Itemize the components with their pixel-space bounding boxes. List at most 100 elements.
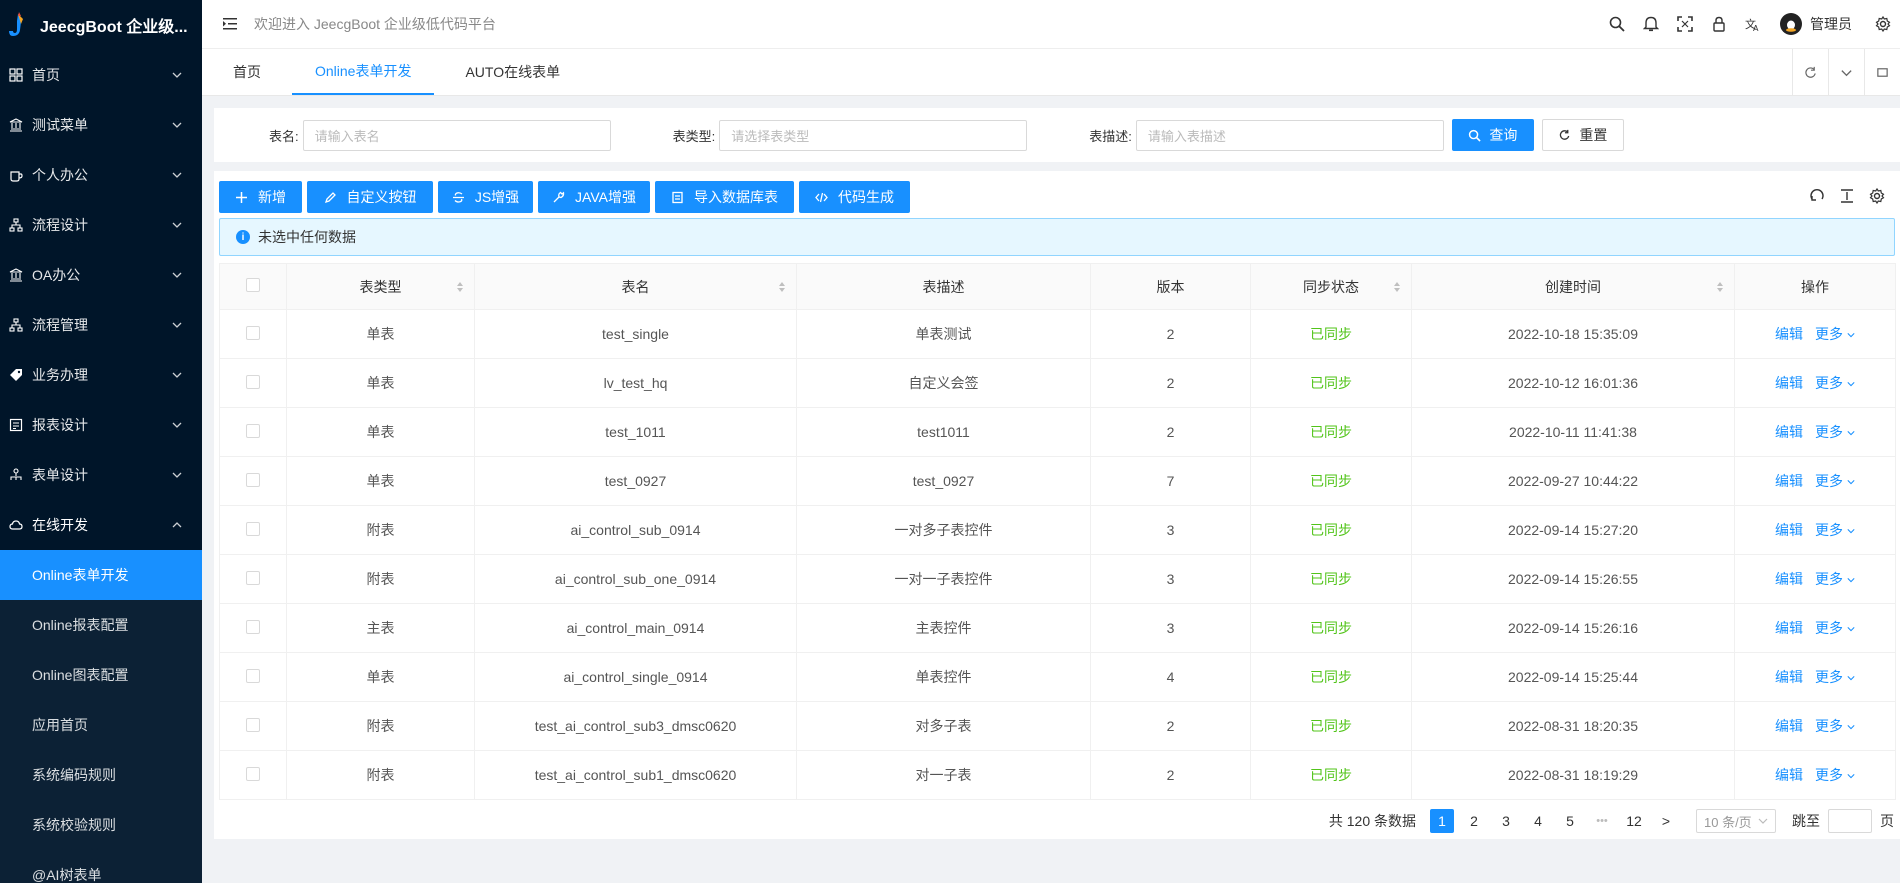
row-checkbox[interactable]	[246, 570, 260, 585]
row-checkbox[interactable]	[246, 717, 260, 732]
menu-fold-icon[interactable]	[222, 16, 238, 32]
more-dropdown[interactable]: 更多	[1815, 767, 1855, 783]
row-checkbox[interactable]	[246, 325, 260, 340]
row-checkbox[interactable]	[246, 668, 260, 683]
more-dropdown[interactable]: 更多	[1815, 375, 1855, 391]
bell-icon[interactable]	[1642, 15, 1660, 33]
import-db-button[interactable]: 导入数据库表	[655, 181, 794, 213]
tab-auto-form[interactable]: AUTO在线表单	[442, 48, 583, 95]
sidebar-item-process-manage[interactable]: 流程管理	[0, 300, 202, 350]
table-row[interactable]: 附表 ai_control_sub_0914 一对多子表控件 3 已同步 2022-09-…	[219, 505, 1896, 555]
next-page-button[interactable]: >	[1654, 809, 1678, 833]
col-header-created[interactable]: 创建时间	[1411, 263, 1735, 310]
row-checkbox[interactable]	[246, 766, 260, 781]
refresh-icon[interactable]	[1808, 187, 1826, 205]
sidebar-item-process-design[interactable]: 流程设计	[0, 200, 202, 250]
username[interactable]: 管理员	[1810, 14, 1852, 34]
row-select-cell[interactable]	[219, 309, 287, 359]
query-button[interactable]: 查询	[1451, 119, 1534, 151]
tab-fold-icon[interactable]	[1864, 49, 1900, 96]
sidebar-item-report-design[interactable]: 报表设计	[0, 400, 202, 450]
custom-button-button[interactable]: 自定义按钮	[307, 181, 433, 213]
row-select-cell[interactable]	[219, 407, 287, 457]
table-row[interactable]: 单表 ai_control_single_0914 单表控件 4 已同步 2022-09-…	[219, 652, 1896, 702]
page-1[interactable]: 1	[1430, 809, 1454, 833]
sidebar-item-form-design[interactable]: 表单设计	[0, 450, 202, 500]
search-icon[interactable]	[1608, 15, 1626, 33]
more-dropdown[interactable]: 更多	[1815, 620, 1855, 636]
table-row[interactable]: 附表 ai_control_sub_one_0914 一对一子表控件 3 已同步 2022…	[219, 554, 1896, 604]
sort-icon[interactable]	[1393, 281, 1401, 293]
translate-icon[interactable]: 文A	[1744, 15, 1762, 33]
table-row[interactable]: 附表 test_ai_control_sub3_dmsc0620 对多子表 2 已同步 2…	[219, 701, 1896, 751]
java-enhance-button[interactable]: JAVA增强	[538, 181, 650, 213]
table-desc-input[interactable]: 请输入表描述	[1135, 119, 1444, 151]
edit-link[interactable]: 编辑	[1775, 571, 1803, 587]
tab-dropdown-icon[interactable]	[1828, 49, 1864, 96]
tab-online-form[interactable]: Online表单开发	[292, 48, 435, 95]
select-all-checkbox[interactable]	[246, 278, 260, 292]
page-last[interactable]: 12	[1622, 809, 1646, 833]
sidebar-item-test-menu[interactable]: 测试菜单	[0, 100, 202, 150]
add-button[interactable]: 新增	[219, 181, 302, 213]
row-select-cell[interactable]	[219, 456, 287, 506]
edit-link[interactable]: 编辑	[1775, 669, 1803, 685]
tab-home[interactable]: 首页	[210, 48, 284, 95]
sidebar-subitem-ai-tree-form[interactable]: @AI树表单	[0, 850, 202, 883]
row-checkbox[interactable]	[246, 423, 260, 438]
settings-icon[interactable]	[1874, 15, 1892, 33]
row-select-cell[interactable]	[219, 554, 287, 604]
row-select-cell[interactable]	[219, 505, 287, 555]
sort-icon[interactable]	[1716, 281, 1724, 293]
row-checkbox[interactable]	[246, 521, 260, 536]
column-height-icon[interactable]	[1838, 187, 1856, 205]
page-ellipsis[interactable]: •••	[1590, 809, 1614, 833]
sidebar-item-home[interactable]: 首页	[0, 50, 202, 100]
more-dropdown[interactable]: 更多	[1815, 473, 1855, 489]
row-select-cell[interactable]	[219, 358, 287, 408]
settings-icon[interactable]	[1868, 187, 1886, 205]
edit-link[interactable]: 编辑	[1775, 473, 1803, 489]
row-checkbox[interactable]	[246, 472, 260, 487]
more-dropdown[interactable]: 更多	[1815, 571, 1855, 587]
edit-link[interactable]: 编辑	[1775, 326, 1803, 342]
table-row[interactable]: 单表 test_0927 test_0927 7 已同步 2022-09-27 10:44…	[219, 456, 1896, 506]
sidebar-subitem-online-chart[interactable]: Online图表配置	[0, 650, 202, 700]
codegen-button[interactable]: 代码生成	[799, 181, 910, 213]
logo[interactable]: JeecgBoot 企业级...	[0, 0, 202, 50]
more-dropdown[interactable]: 更多	[1815, 669, 1855, 685]
page-5[interactable]: 5	[1558, 809, 1582, 833]
table-row[interactable]: 主表 ai_control_main_0914 主表控件 3 已同步 2022-09-14…	[219, 603, 1896, 653]
js-enhance-button[interactable]: JS增强	[438, 181, 533, 213]
sidebar-subitem-app-home[interactable]: 应用首页	[0, 700, 202, 750]
avatar[interactable]	[1780, 13, 1802, 35]
sidebar-item-online-dev[interactable]: 在线开发	[0, 500, 202, 550]
sidebar-item-personal-office[interactable]: 个人办公	[0, 150, 202, 200]
sidebar-item-oa-office[interactable]: OA办公	[0, 250, 202, 300]
fullscreen-icon[interactable]	[1676, 15, 1694, 33]
jump-input[interactable]	[1828, 809, 1872, 833]
sidebar-subitem-online-form[interactable]: Online表单开发	[0, 550, 202, 600]
edit-link[interactable]: 编辑	[1775, 424, 1803, 440]
page-size-select[interactable]: 10 条/页	[1696, 809, 1776, 833]
page-2[interactable]: 2	[1462, 809, 1486, 833]
sort-icon[interactable]	[778, 281, 786, 293]
sidebar-subitem-online-report[interactable]: Online报表配置	[0, 600, 202, 650]
row-checkbox[interactable]	[246, 374, 260, 389]
page-4[interactable]: 4	[1526, 809, 1550, 833]
tab-refresh-icon[interactable]	[1792, 49, 1828, 96]
edit-link[interactable]: 编辑	[1775, 767, 1803, 783]
col-header-status[interactable]: 同步状态	[1250, 263, 1412, 310]
col-header-name[interactable]: 表名	[474, 263, 797, 310]
table-row[interactable]: 单表 lv_test_hq 自定义会签 2 已同步 2022-10-12 16:01:36…	[219, 358, 1896, 408]
edit-link[interactable]: 编辑	[1775, 522, 1803, 538]
row-select-cell[interactable]	[219, 750, 287, 800]
row-select-cell[interactable]	[219, 652, 287, 702]
table-row[interactable]: 单表 test_single 单表测试 2 已同步 2022-10-18 15:35:09…	[219, 309, 1896, 359]
more-dropdown[interactable]: 更多	[1815, 326, 1855, 342]
sidebar-subitem-check-rule[interactable]: 系统校验规则	[0, 800, 202, 850]
edit-link[interactable]: 编辑	[1775, 620, 1803, 636]
sort-icon[interactable]	[456, 281, 464, 293]
reset-button[interactable]: 重置	[1541, 119, 1624, 151]
row-select-cell[interactable]	[219, 603, 287, 653]
